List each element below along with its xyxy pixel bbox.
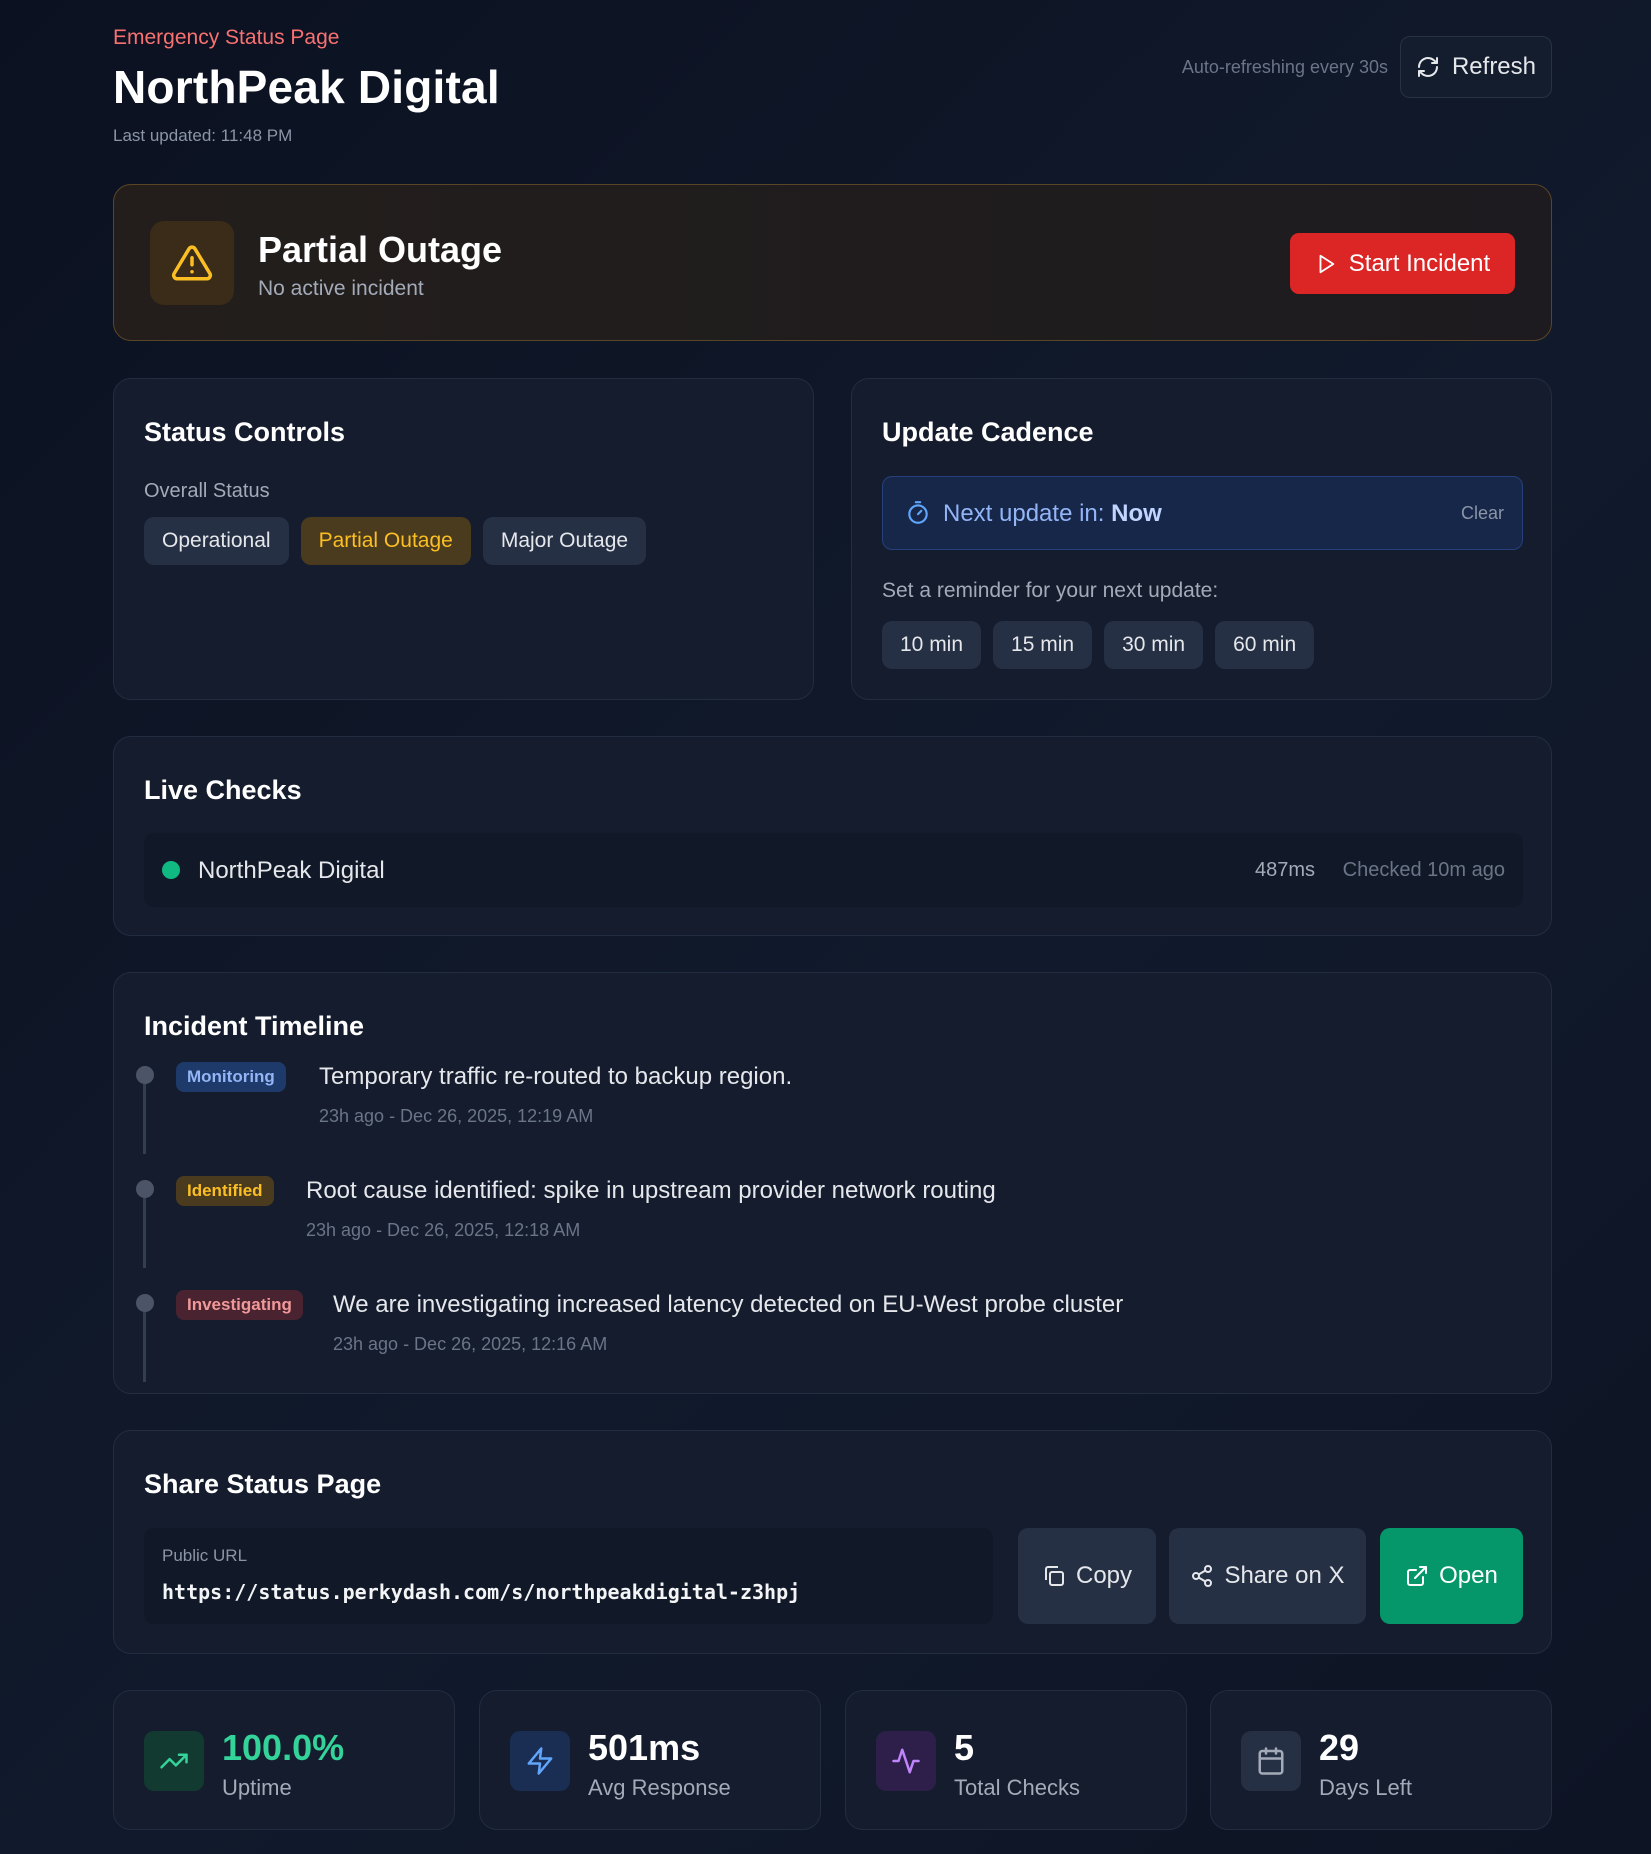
status-controls-title: Status Controls: [144, 417, 346, 447]
status-badge-monitoring: Monitoring: [176, 1062, 286, 1092]
stat-label: Uptime: [222, 1775, 292, 1800]
stat-card-avg-response: 501ms Avg Response: [479, 1690, 821, 1830]
timeline-item: Investigating We are investigating incre…: [136, 1290, 1516, 1394]
share-on-x-button[interactable]: Share on X: [1169, 1528, 1366, 1624]
timeline-time: 23h ago - Dec 26, 2025, 12:19 AM: [319, 1106, 594, 1126]
timeline-line: [143, 1198, 146, 1268]
share-icon: [1192, 1565, 1213, 1587]
status-badge-identified: Identified: [176, 1176, 274, 1206]
reminder-30-min[interactable]: 30 min: [1104, 621, 1204, 669]
trending-up-icon: [144, 1731, 204, 1791]
reminder-10-min[interactable]: 10 min: [882, 621, 982, 669]
status-banner: Partial Outage No active incident Start …: [113, 184, 1552, 341]
timeline-dot: [136, 1066, 154, 1084]
copy-button[interactable]: Copy: [1018, 1528, 1156, 1624]
last-updated: Last updated: 11:48 PM: [113, 126, 293, 145]
reminder-60-min[interactable]: 60 min: [1215, 621, 1315, 669]
next-update-prefix: Next update in:: [943, 500, 1105, 527]
live-checks-title: Live Checks: [144, 775, 302, 805]
play-icon: [1319, 254, 1335, 273]
next-update-text: Next update in: Now: [943, 500, 1162, 528]
check-response-time: 487ms: [1254, 859, 1315, 881]
timeline-item: Monitoring Temporary traffic re-routed t…: [136, 1062, 1516, 1166]
timeline-time: 23h ago - Dec 26, 2025, 12:18 AM: [306, 1220, 581, 1240]
stat-label: Total Checks: [954, 1775, 1080, 1800]
update-cadence-title: Update Cadence: [882, 417, 1094, 447]
start-incident-label: Start Incident: [1348, 249, 1491, 277]
status-option-operational[interactable]: Operational: [144, 517, 289, 565]
live-checks-card: Live Checks NorthPeak Digital 487ms Chec…: [113, 736, 1552, 936]
timeline-dot: [136, 1294, 154, 1312]
status-badge-investigating: Investigating: [176, 1290, 303, 1320]
share-status-card: Share Status Page Public URL https://sta…: [113, 1430, 1552, 1654]
warning-icon: [150, 221, 234, 305]
timeline-message: Temporary traffic re-routed to backup re…: [319, 1063, 793, 1090]
public-url-box[interactable]: Public URL https://status.perkydash.com/…: [144, 1528, 993, 1624]
stat-value: 100.0%: [222, 1727, 345, 1768]
incident-timeline-card: Incident Timeline Monitoring Temporary t…: [113, 972, 1552, 1394]
calendar-icon: [1241, 1731, 1301, 1791]
timeline-message: We are investigating increased latency d…: [333, 1291, 1124, 1318]
timeline-dot: [136, 1180, 154, 1198]
status-dot: [162, 861, 180, 879]
stat-value: 29: [1319, 1727, 1360, 1768]
stat-value: 5: [954, 1727, 975, 1768]
incident-timeline-title: Incident Timeline: [144, 1011, 365, 1041]
copy-icon: [1044, 1566, 1064, 1586]
stat-card-uptime: 100.0% Uptime: [113, 1690, 455, 1830]
timeline-time: 23h ago - Dec 26, 2025, 12:16 AM: [333, 1334, 608, 1354]
update-cadence-card: Update Cadence Next update in: Now Clear…: [851, 378, 1552, 700]
status-controls-card: Status Controls Overall Status Operation…: [113, 378, 814, 700]
page-eyebrow: Emergency Status Page: [113, 26, 340, 49]
page-header: Emergency Status Page NorthPeak Digital …: [113, 0, 1552, 184]
banner-status-title: Partial Outage: [258, 229, 503, 270]
reminder-label: Set a reminder for your next update:: [882, 579, 1219, 602]
check-row[interactable]: NorthPeak Digital 487ms Checked 10m ago: [144, 833, 1523, 907]
zap-icon: [510, 1731, 570, 1791]
stat-card-total-checks: 5 Total Checks: [845, 1690, 1187, 1830]
next-update-box: Next update in: Now Clear: [882, 476, 1523, 550]
refresh-button[interactable]: Refresh: [1400, 36, 1552, 98]
timeline-item: Identified Root cause identified: spike …: [136, 1176, 1516, 1280]
reminder-options: 10 min 15 min 30 min 60 min: [882, 621, 1315, 669]
stat-label: Avg Response: [588, 1775, 731, 1800]
share-on-x-label: Share on X: [1224, 1562, 1345, 1589]
open-button[interactable]: Open: [1380, 1528, 1523, 1624]
public-url-value: https://status.perkydash.com/s/northpeak…: [162, 1580, 801, 1604]
stat-card-days-left: 29 Days Left: [1210, 1690, 1552, 1830]
refresh-label: Refresh: [1451, 53, 1537, 80]
check-name: NorthPeak Digital: [198, 857, 385, 884]
activity-icon: [876, 1731, 936, 1791]
timeline-line: [143, 1084, 146, 1154]
banner-subtitle: No active incident: [258, 277, 424, 300]
external-link-icon: [1407, 1566, 1428, 1586]
stat-label: Days Left: [1319, 1775, 1412, 1800]
page-title: NorthPeak Digital: [113, 61, 500, 113]
public-url-label: Public URL: [162, 1546, 248, 1565]
refresh-icon: [1417, 57, 1438, 77]
reminder-15-min[interactable]: 15 min: [993, 621, 1093, 669]
timeline-line: [143, 1312, 146, 1382]
auto-refresh-note: Auto-refreshing every 30s: [1181, 57, 1388, 77]
clear-button[interactable]: Clear: [1461, 503, 1504, 524]
status-options: Operational Partial Outage Major Outage: [144, 517, 647, 565]
status-page: Emergency Status Page NorthPeak Digital …: [113, 0, 1552, 1830]
timeline-message: Root cause identified: spike in upstream…: [306, 1177, 996, 1204]
stat-value: 501ms: [588, 1727, 701, 1768]
overall-status-label: Overall Status: [144, 480, 270, 502]
status-option-partial-outage[interactable]: Partial Outage: [300, 517, 471, 565]
start-incident-button[interactable]: Start Incident: [1290, 233, 1515, 294]
open-label: Open: [1439, 1562, 1498, 1589]
copy-label: Copy: [1075, 1562, 1133, 1589]
status-option-major-outage[interactable]: Major Outage: [482, 517, 647, 565]
timer-icon: [908, 501, 928, 524]
next-update-value: Now: [1111, 500, 1162, 527]
check-last-checked: Checked 10m ago: [1342, 859, 1505, 881]
share-status-title: Share Status Page: [144, 1469, 382, 1499]
